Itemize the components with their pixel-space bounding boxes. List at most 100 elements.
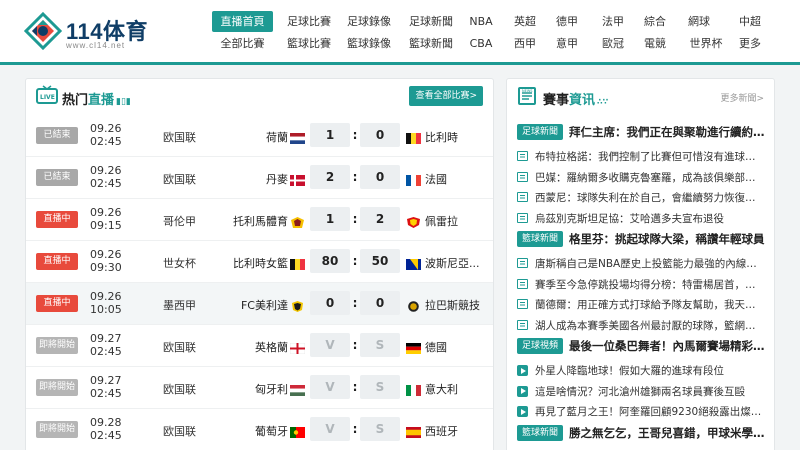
away-team-name[interactable]: 法國	[425, 171, 447, 187]
news-category-tag[interactable]: 籃球新聞	[517, 231, 564, 247]
match-league[interactable]: 世女杯	[163, 255, 196, 271]
news-item-text[interactable]: 烏茲別克斯坦足協：艾哈邁多夫宣布退役	[535, 211, 765, 226]
match-row[interactable]: 已結束 09.26 02:45 欧国联 荷蘭 1:0 比利時	[26, 115, 493, 157]
news-item-text[interactable]: 再見了藍月之王！阿奎羅回顧9230絕殺露出燦爛笑容	[535, 404, 765, 419]
news-headline[interactable]: 格里芬：挑起球隊大梁，稱讚年輕球員	[569, 231, 769, 247]
news-category-tag[interactable]: 足球視頻	[517, 338, 564, 354]
home-team-name[interactable]: 荷蘭	[266, 129, 288, 145]
news-item-text[interactable]: 外星人降臨地球！假如大羅的進球有段位	[535, 363, 765, 378]
news-item[interactable]: 布特拉格諾：我們控制了比賽但可惜沒有進球，我們會繼續努力	[517, 146, 766, 167]
match-date: 09.26	[90, 290, 122, 303]
news-item-text[interactable]: 這是啥情況？河北滄州雄獅兩名球員賽後互毆	[535, 384, 765, 399]
news-item-text[interactable]: 巴媒：羅納爾多收購克魯塞羅，成為該俱樂部大股東	[535, 170, 765, 185]
away-team-name[interactable]: 德國	[425, 339, 447, 355]
score-separator: :	[352, 212, 358, 226]
news-item[interactable]: 這是啥情況？河北滄州雄獅兩名球員賽後互毆	[517, 381, 766, 402]
home-team-name[interactable]: 英格蘭	[255, 339, 288, 355]
match-league[interactable]: 欧国联	[163, 381, 196, 397]
match-row[interactable]: 直播中 09.26 10:05 墨西甲 FC美利達 0:0 拉巴斯競技	[26, 283, 493, 325]
nav-item[interactable]: 綜合	[642, 11, 668, 32]
match-league[interactable]: 哥伦甲	[163, 213, 196, 229]
news-item[interactable]: 再見了藍月之王！阿奎羅回顧9230絕殺露出燦爛笑容	[517, 401, 766, 422]
news-feature[interactable]: 足球視頻 最後一位桑巴舞者！內馬爾賽場精彩集錦	[517, 335, 769, 357]
news-item-text[interactable]: 西蒙尼：球隊失利在於自己，會繼續努力恢復狀態	[535, 190, 765, 205]
home-team-name[interactable]: FC美利達	[241, 297, 288, 313]
article-icon	[517, 192, 528, 202]
nav-item[interactable]: 網球	[686, 11, 712, 32]
match-league[interactable]: 欧国联	[163, 423, 196, 439]
match-row[interactable]: 直播中 09.26 09:30 世女杯 比利時女籃 80:50 波斯尼亞...	[26, 241, 493, 283]
home-score: 80	[310, 249, 350, 273]
news-item[interactable]: 唐斯稱自己是NBA歷史上投籃能力最強的內線，你認同嗎	[517, 253, 766, 274]
nav-item[interactable]: 更多	[732, 33, 768, 54]
news-item-text[interactable]: 賽季至今急停跳投場均得分榜：特雷楊居首，東契奇第二	[535, 277, 765, 292]
nav-item[interactable]: 英超	[512, 11, 538, 32]
news-item[interactable]: 西蒙尼：球隊失利在於自己，會繼續努力恢復狀態	[517, 187, 766, 208]
home-team-name[interactable]: 匈牙利	[255, 381, 288, 397]
away-team-name[interactable]: 佩雷拉	[425, 213, 458, 229]
news-item[interactable]: 賽季至今急停跳投場均得分榜：特雷楊居首，東契奇第二	[517, 274, 766, 295]
match-date: 09.26	[90, 164, 122, 177]
nav-item[interactable]: 直播首頁	[212, 11, 273, 32]
match-row[interactable]: 即將開始 09.28 02:45 欧国联 葡萄牙 V: S 西班牙	[26, 409, 493, 450]
away-team-name[interactable]: 比利時	[425, 129, 458, 145]
news-item-text[interactable]: 布特拉格諾：我們控制了比賽但可惜沒有進球，我們會繼續努力	[535, 149, 765, 164]
away-team-name[interactable]: 意大利	[425, 381, 458, 397]
news-item-text[interactable]: 唐斯稱自己是NBA歷史上投籃能力最強的內線，你認同嗎	[535, 256, 765, 271]
view-all-matches-button[interactable]: 查看全部比赛>	[409, 86, 483, 106]
match-row[interactable]: 已結束 09.26 02:45 欧国联 丹麥 2:0 法國	[26, 157, 493, 199]
nav-item[interactable]: 足球錄像	[339, 11, 399, 32]
home-team-name[interactable]: 葡萄牙	[255, 423, 288, 439]
home-team-name[interactable]: 托利馬體育	[233, 213, 288, 229]
site-logo[interactable]: 114体育 www.cl14.net	[24, 12, 154, 54]
more-news-link[interactable]: 更多新聞>	[720, 91, 764, 104]
nav-item[interactable]: 西甲	[512, 33, 538, 54]
match-time: 09.27 02:45	[90, 374, 122, 400]
nav-item[interactable]: 德甲	[554, 11, 580, 32]
nav-item[interactable]: 中超	[732, 11, 768, 32]
news-item-text[interactable]: 蘭德爾：用正確方式打球給予隊友幫助，我天生就是這樣	[535, 297, 765, 312]
away-team-name[interactable]: 波斯尼亞...	[425, 255, 480, 271]
news-item[interactable]: 蘭德爾：用正確方式打球給予隊友幫助，我天生就是這樣	[517, 294, 766, 315]
news-item-text[interactable]: 湖人成為本賽季美國各州最討厭的球隊，籃網與勇士緊隨	[535, 318, 765, 333]
news-feature[interactable]: 籃球新聞 勝之無乞乞，王哥兒喜錯，甲球米學院夫	[517, 422, 769, 444]
nav-item[interactable]: 籃球新聞	[400, 33, 462, 54]
home-team-name[interactable]: 丹麥	[266, 171, 288, 187]
nav-item[interactable]: 籃球比賽	[279, 33, 339, 54]
away-team-name[interactable]: 西班牙	[425, 423, 458, 439]
svg-text:LIVE: LIVE	[40, 94, 55, 101]
match-league[interactable]: 欧国联	[163, 171, 196, 187]
match-row[interactable]: 即將開始 09.27 02:45 欧国联 匈牙利 V: S 意大利	[26, 367, 493, 409]
nav-item[interactable]: 足球比賽	[279, 11, 339, 32]
nav-item[interactable]: 足球新聞	[400, 11, 462, 32]
news-headline[interactable]: 拜仁主席：我們正在與聚勒進行續約談判	[569, 124, 769, 140]
match-league[interactable]: 欧国联	[163, 339, 196, 355]
nav-item[interactable]: 意甲	[554, 33, 580, 54]
nav-row-primary: 直播首頁 足球比賽 足球錄像 足球新聞 NBA 英超 德甲 法甲 綜合 網球 中超	[212, 11, 777, 33]
nav-item[interactable]: 世界杯	[686, 33, 726, 54]
news-list: 足球新聞 拜仁主席：我們正在與聚勒進行續約談判布特拉格諾：我們控制了比賽但可惜沒有…	[517, 121, 769, 447]
match-row[interactable]: 即將開始 09.27 02:45 欧国联 英格蘭 V: S 德國	[26, 325, 493, 367]
news-feature[interactable]: 籃球新聞 格里芬：挑起球隊大梁，稱讚年輕球員	[517, 228, 766, 250]
news-headline[interactable]: 勝之無乞乞，王哥兒喜錯，甲球米學院夫	[569, 425, 769, 441]
away-team-name[interactable]: 拉巴斯競技	[425, 297, 480, 313]
match-row[interactable]: 直播中 09.26 09:15 哥伦甲 托利馬體育 1:2 佩雷拉	[26, 199, 493, 241]
nav-item[interactable]: CBA	[464, 33, 498, 54]
news-category-tag[interactable]: 籃球新聞	[517, 424, 564, 441]
nav-item[interactable]: 歐冠	[600, 33, 626, 54]
home-team-name[interactable]: 比利時女籃	[233, 255, 288, 271]
nav-item[interactable]: 籃球錄像	[339, 33, 399, 54]
nav-item[interactable]: NBA	[464, 11, 498, 32]
nav-item[interactable]: 法甲	[600, 11, 626, 32]
news-category-tag[interactable]: 足球新聞	[517, 124, 564, 140]
nav-item[interactable]: 電競	[642, 33, 668, 54]
nav-item[interactable]: 全部比賽	[212, 33, 273, 54]
news-feature[interactable]: 足球新聞 拜仁主席：我們正在與聚勒進行續約談判	[517, 121, 769, 143]
news-headline[interactable]: 最後一位桑巴舞者！內馬爾賽場精彩集錦	[569, 338, 769, 354]
news-item[interactable]: 巴媒：羅納爾多收購克魯塞羅，成為該俱樂部大股東	[517, 167, 766, 188]
match-league[interactable]: 墨西甲	[163, 297, 196, 313]
news-item[interactable]: 烏茲別克斯坦足協：艾哈邁多夫宣布退役	[517, 208, 766, 229]
news-item[interactable]: 外星人降臨地球！假如大羅的進球有段位	[517, 360, 766, 381]
news-item[interactable]: 湖人成為本賽季美國各州最討厭的球隊，籃網與勇士緊隨	[517, 315, 766, 336]
match-league[interactable]: 欧国联	[163, 129, 196, 145]
